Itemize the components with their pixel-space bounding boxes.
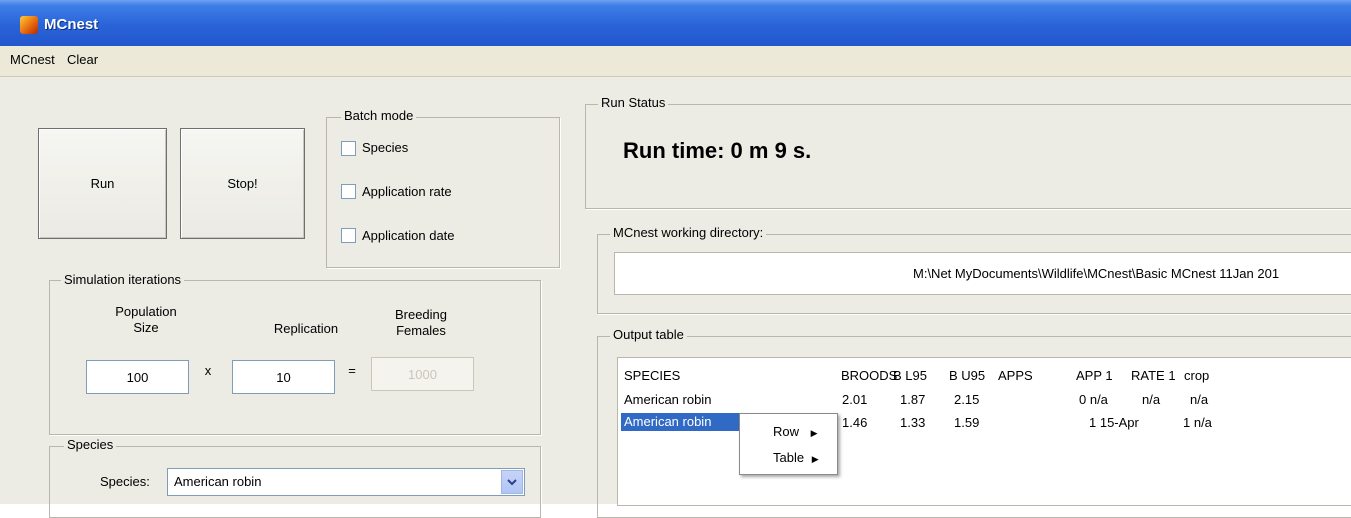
table-row-1-crop[interactable]: n/a (1190, 392, 1208, 407)
window-title: MCnest (44, 16, 99, 33)
context-menu-table[interactable]: Table ▶ (773, 450, 819, 465)
application-date-checkbox-label: Application date (362, 228, 455, 243)
stop-button[interactable]: Stop! (180, 128, 305, 239)
column-header-b-u95: B U95 (949, 368, 986, 383)
context-menu: Row ▶ Table ▶ (739, 413, 838, 475)
column-header-rate-1: RATE 1 (1131, 368, 1176, 383)
replication-input[interactable]: 10 (232, 360, 335, 394)
table-row-1-species[interactable]: American robin (624, 392, 711, 407)
table-row-1-b-l95[interactable]: 1.87 (900, 392, 925, 407)
run-time-text: Run time: 0 m 9 s. (623, 138, 812, 163)
batch-mode-label: Batch mode (341, 108, 417, 123)
column-header-b-l95: B L95 (893, 368, 927, 383)
times-symbol: x (204, 363, 212, 378)
table-row-2-b-u95[interactable]: 1.59 (954, 415, 979, 430)
table-row-2-species[interactable]: American robin (621, 413, 741, 431)
menu-bar: MCnest Clear (0, 46, 1351, 77)
table-row-2-broods[interactable]: 1.46 (842, 415, 867, 430)
equals-symbol: = (348, 363, 356, 378)
species-group-label: Species (64, 437, 117, 452)
column-header-crop: crop (1184, 368, 1210, 383)
menu-clear[interactable]: Clear (67, 52, 98, 67)
table-row-1-rate-1[interactable]: n/a (1142, 392, 1160, 407)
population-size-label: Population Size (115, 304, 177, 335)
context-menu-row[interactable]: Row ▶ (773, 424, 818, 439)
population-size-input[interactable]: 100 (86, 360, 189, 394)
application-rate-checkbox[interactable] (341, 184, 356, 199)
species-checkbox[interactable] (341, 141, 356, 156)
run-button-label: Run (90, 176, 115, 191)
matlab-icon (20, 16, 38, 34)
table-row-2-app-1[interactable]: 1 15-Apr (1089, 415, 1139, 430)
replication-label: Replication (273, 321, 339, 336)
chevron-down-icon[interactable] (501, 470, 523, 494)
species-dropdown[interactable]: American robin (167, 468, 525, 496)
simulation-iterations-label: Simulation iterations (61, 272, 185, 287)
application-date-checkbox[interactable] (341, 228, 356, 243)
column-header-broods: BROODS (841, 368, 898, 383)
output-table-label: Output table (610, 327, 687, 342)
working-directory-field[interactable]: M:\Net MyDocuments\Wildlife\MCnest\Basic… (614, 252, 1351, 295)
species-selected-value: American robin (174, 474, 262, 489)
table-row-1-app-1[interactable]: 0 n/a (1079, 392, 1108, 407)
column-header-species: SPECIES (624, 368, 681, 383)
breeding-females-input: 1000 (371, 357, 474, 391)
breeding-females-label: Breeding Females (394, 307, 448, 338)
submenu-arrow-icon: ▶ (810, 428, 818, 438)
stop-button-label: Stop! (227, 176, 258, 191)
species-checkbox-label: Species (362, 140, 409, 155)
output-table[interactable]: SPECIES BROODS B L95 B U95 APPS APP 1 RA… (617, 357, 1351, 506)
application-rate-checkbox-label: Application rate (362, 184, 452, 199)
table-row-2-b-l95[interactable]: 1.33 (900, 415, 925, 430)
table-row-1-b-u95[interactable]: 2.15 (954, 392, 979, 407)
column-header-apps: APPS (998, 368, 1033, 383)
table-row-2-crop[interactable]: 1 n/a (1183, 415, 1212, 430)
column-header-app-1: APP 1 (1076, 368, 1113, 383)
working-directory-label: MCnest working directory: (610, 225, 767, 240)
title-bar: MCnest (0, 0, 1351, 46)
submenu-arrow-icon: ▶ (811, 454, 819, 464)
working-directory-path: M:\Net MyDocuments\Wildlife\MCnest\Basic… (913, 266, 1280, 281)
run-button[interactable]: Run (38, 128, 167, 239)
menu-mcnest[interactable]: MCnest (10, 52, 55, 67)
species-field-label: Species: (100, 474, 150, 489)
table-row-1-broods[interactable]: 2.01 (842, 392, 867, 407)
run-status-label: Run Status (598, 95, 669, 110)
